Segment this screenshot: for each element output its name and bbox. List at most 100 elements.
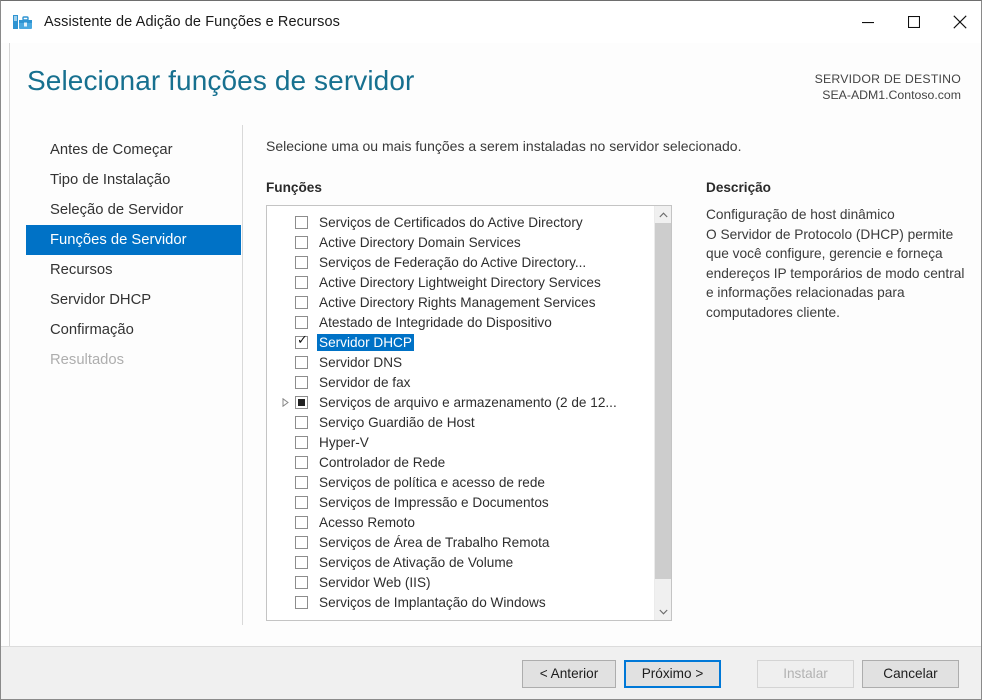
role-checkbox[interactable]: ✓ bbox=[295, 332, 308, 349]
install-button: Instalar bbox=[757, 660, 854, 688]
role-checkbox[interactable] bbox=[295, 275, 308, 289]
role-label: Controlador de Rede bbox=[319, 454, 446, 470]
wizard-step-nav: Antes de Começar Tipo de Instalação Sele… bbox=[26, 135, 241, 375]
role-list-item[interactable]: Active Directory Rights Management Servi… bbox=[267, 292, 655, 312]
chevron-down-icon[interactable] bbox=[655, 603, 671, 620]
role-list-item[interactable]: Serviços de Implantação do Windows bbox=[267, 592, 655, 612]
sidebar-item-recursos[interactable]: Recursos bbox=[26, 255, 241, 285]
add-roles-wizard-window: Assistente de Adição de Funções e Recurs… bbox=[0, 0, 982, 700]
roles-list: Serviços de Certificados do Active Direc… bbox=[267, 206, 655, 612]
scrollbar-thumb[interactable] bbox=[655, 223, 671, 579]
role-label: Servidor DNS bbox=[319, 354, 403, 370]
role-checkbox[interactable] bbox=[295, 515, 308, 529]
role-list-item[interactable]: Hyper-V bbox=[267, 432, 655, 452]
role-list-item[interactable]: Acesso Remoto bbox=[267, 512, 655, 532]
role-checkbox[interactable] bbox=[295, 535, 308, 549]
role-list-item[interactable]: Serviços de Área de Trabalho Remota bbox=[267, 532, 655, 552]
role-list-item[interactable]: Active Directory Domain Services bbox=[267, 232, 655, 252]
role-label: Active Directory Lightweight Directory S… bbox=[319, 274, 601, 290]
role-list-item[interactable]: ✓ Servidor DHCP bbox=[267, 332, 655, 352]
role-list-item[interactable]: Servidor DNS bbox=[267, 352, 655, 372]
sidebar-item-antes-de-comecar[interactable]: Antes de Começar bbox=[26, 135, 241, 165]
role-checkbox[interactable] bbox=[295, 435, 308, 449]
page-title: Selecionar funções de servidor bbox=[27, 65, 415, 96]
expand-triangle-icon[interactable] bbox=[278, 395, 292, 409]
cancel-button[interactable]: Cancelar bbox=[862, 660, 959, 688]
role-label: Serviços de Impressão e Documentos bbox=[319, 494, 549, 510]
role-checkbox[interactable] bbox=[295, 215, 308, 229]
roles-list-scrollbar[interactable] bbox=[654, 206, 671, 620]
wizard-body: Antes de Começar Tipo de Instalação Sele… bbox=[1, 43, 981, 646]
sidebar-item-resultados: Resultados bbox=[50, 352, 125, 368]
close-icon[interactable] bbox=[937, 1, 981, 43]
role-checkbox[interactable] bbox=[295, 295, 308, 309]
chevron-up-icon[interactable] bbox=[655, 206, 671, 223]
wizard-footer: < Anterior Próximo > Instalar Cancelar bbox=[1, 646, 981, 699]
role-label: Serviços de Ativação de Volume bbox=[319, 554, 514, 570]
description-column-header: Descrição bbox=[706, 180, 771, 195]
nav-content-divider bbox=[242, 125, 243, 625]
sidebar-item-tipo-de-instalacao[interactable]: Tipo de Instalação bbox=[26, 165, 241, 195]
sidebar-item-servidor-dhcp[interactable]: Servidor DHCP bbox=[26, 285, 241, 315]
roles-listbox[interactable]: Serviços de Certificados do Active Direc… bbox=[266, 205, 672, 621]
role-list-item[interactable]: Serviço Guardião de Host bbox=[267, 412, 655, 432]
role-list-item[interactable]: Atestado de Integridade do Dispositivo bbox=[267, 312, 655, 332]
role-label: Serviços de Certificados do Active Direc… bbox=[319, 214, 583, 230]
window-controls bbox=[845, 1, 981, 43]
role-label: Serviço Guardião de Host bbox=[319, 414, 475, 430]
maximize-icon[interactable] bbox=[891, 1, 937, 43]
next-button[interactable]: Próximo > bbox=[624, 660, 721, 688]
role-checkbox[interactable] bbox=[295, 255, 308, 269]
role-list-item[interactable]: Serviços de Ativação de Volume bbox=[267, 552, 655, 572]
page-header: Selecionar funções de servidor SERVIDOR … bbox=[1, 43, 981, 123]
role-checkbox[interactable] bbox=[295, 235, 308, 249]
role-list-item[interactable]: Serviços de política e acesso de rede bbox=[267, 472, 655, 492]
minimize-icon[interactable] bbox=[845, 1, 891, 43]
role-label: Active Directory Domain Services bbox=[319, 234, 521, 250]
role-list-item[interactable]: Servidor Web (IIS) bbox=[267, 572, 655, 592]
role-label: Serviços de Federação do Active Director… bbox=[319, 254, 587, 270]
main-content: Selecione uma ou mais funções a serem in… bbox=[266, 123, 966, 646]
role-list-item[interactable]: Servidor de fax bbox=[267, 372, 655, 392]
sidebar-item-selecao-de-servidor[interactable]: Seleção de Servidor bbox=[26, 195, 241, 225]
role-label: Serviços de política e acesso de rede bbox=[319, 474, 545, 490]
role-checkbox[interactable] bbox=[295, 375, 308, 389]
role-list-item[interactable]: Serviços de Certificados do Active Direc… bbox=[267, 212, 655, 232]
role-label: Acesso Remoto bbox=[319, 514, 415, 530]
role-list-item[interactable]: Active Directory Lightweight Directory S… bbox=[267, 272, 655, 292]
sidebar-item-confirmacao[interactable]: Confirmação bbox=[26, 315, 241, 345]
sidebar-item-funcoes-de-servidor[interactable]: Funções de Servidor bbox=[26, 225, 241, 255]
role-label: Serviços de Implantação do Windows bbox=[319, 594, 546, 610]
role-checkbox[interactable] bbox=[295, 415, 308, 429]
left-divider bbox=[9, 43, 10, 646]
target-server-label: SERVIDOR DE DESTINO bbox=[814, 72, 961, 86]
target-server-name: SEA-ADM1.Contoso.com bbox=[822, 88, 961, 102]
role-list-item[interactable]: Serviços de Federação do Active Director… bbox=[267, 252, 655, 272]
instruction-text: Selecione uma ou mais funções a serem in… bbox=[266, 138, 742, 154]
role-checkbox[interactable] bbox=[295, 495, 308, 509]
role-checkbox[interactable] bbox=[295, 455, 308, 469]
role-label: Servidor DHCP bbox=[317, 333, 414, 351]
role-label: Hyper-V bbox=[319, 434, 369, 450]
target-server-info: SERVIDOR DE DESTINO SEA-ADM1.Contoso.com bbox=[815, 71, 961, 103]
server-manager-toolbox-icon bbox=[12, 11, 34, 33]
role-label: Active Directory Rights Management Servi… bbox=[319, 294, 596, 310]
role-checkbox[interactable] bbox=[295, 355, 308, 369]
role-checkbox[interactable] bbox=[295, 555, 308, 569]
role-label: Atestado de Integridade do Dispositivo bbox=[319, 314, 552, 330]
role-list-item[interactable]: Serviços de Impressão e Documentos bbox=[267, 492, 655, 512]
role-checkbox[interactable] bbox=[295, 595, 308, 609]
role-checkbox[interactable] bbox=[295, 475, 308, 489]
role-list-item[interactable]: Serviços de arquivo e armazenamento (2 d… bbox=[267, 392, 655, 412]
role-label: Servidor Web (IIS) bbox=[319, 574, 431, 590]
role-label: Serviços de Área de Trabalho Remota bbox=[319, 534, 550, 550]
role-list-item[interactable]: Controlador de Rede bbox=[267, 452, 655, 472]
roles-column-header: Funções bbox=[266, 180, 322, 195]
checkmark-icon: ✓ bbox=[297, 332, 308, 348]
previous-button[interactable]: < Anterior bbox=[522, 660, 616, 688]
role-checkbox[interactable] bbox=[295, 315, 308, 329]
role-checkbox[interactable] bbox=[295, 395, 308, 409]
role-checkbox[interactable] bbox=[295, 575, 308, 589]
description-text: Configuração de host dinâmico O Servidor… bbox=[706, 207, 965, 320]
window-title: Assistente de Adição de Funções e Recurs… bbox=[44, 14, 340, 30]
